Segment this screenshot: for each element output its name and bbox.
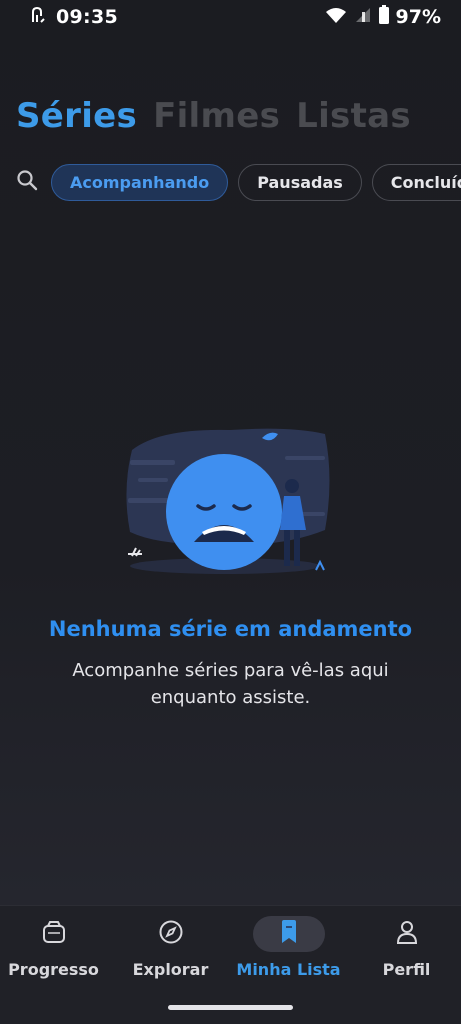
chip-pausadas[interactable]: Pausadas [238,163,362,201]
battery-icon [378,5,390,29]
nav-item-progresso[interactable]: Progresso [0,916,111,996]
category-tabs: Séries Filmes Listas [16,96,411,136]
empty-state-title: Nenhuma série em andamento [48,617,413,641]
person-icon [394,919,420,949]
nfc-icon [30,6,46,28]
signal-icon [354,6,372,28]
compass-icon [158,919,184,949]
search-button[interactable] [16,169,38,195]
chip-concluidas[interactable]: Concluídas [371,163,461,201]
nav-item-perfil[interactable]: Perfil [349,916,461,996]
nav-label-minha-lista: Minha Lista [236,960,341,979]
screen: 09:35 97% Séries Filmes Listas Acompanha… [0,0,461,1024]
status-time: 09:35 [56,6,118,28]
battery-percent: 97% [395,6,441,28]
nav-label-perfil: Perfil [382,960,431,979]
empty-state-subtitle: Acompanhe séries para vê-las aqui enquan… [72,660,389,708]
bookmark-icon [278,919,300,949]
tab-series[interactable]: Séries [16,96,137,136]
sad-face-illustration [120,420,340,585]
nav-item-minha-lista[interactable]: Minha Lista [231,916,346,996]
nav-label-explorar: Explorar [132,960,209,979]
wifi-icon [324,6,348,28]
tab-filmes[interactable]: Filmes [153,96,280,136]
nav-label-progresso: Progresso [8,960,99,979]
chip-acompanhando[interactable]: Acompanhando [51,163,229,201]
search-icon [16,169,38,195]
nav-item-explorar[interactable]: Explorar [113,916,228,996]
tab-listas[interactable]: Listas [296,96,411,136]
home-indicator[interactable] [168,1005,293,1010]
tv-icon [41,919,67,949]
status-bar: 09:35 97% [0,0,461,34]
filter-row: Acompanhando Pausadas Concluídas [0,163,461,201]
